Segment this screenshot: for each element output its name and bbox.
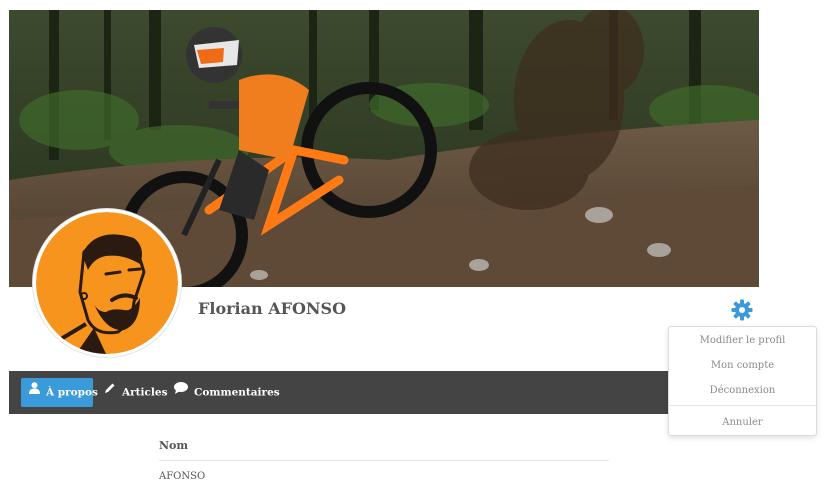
menu-item-edit-profile[interactable]: Modifier le profil — [669, 328, 816, 353]
user-icon — [29, 377, 40, 406]
field-value-name: AFONSO — [159, 471, 206, 482]
tab-articles-label: Articles — [122, 386, 168, 399]
pencil-icon — [104, 377, 116, 406]
comment-icon — [174, 377, 188, 406]
about-section: Nom AFONSO — [159, 432, 609, 491]
settings-dropdown-menu: Modifier le profil Mon compte Déconnexio… — [668, 326, 817, 436]
menu-divider — [669, 405, 816, 406]
tab-comments[interactable]: Commentaires — [166, 378, 288, 407]
menu-item-logout[interactable]: Déconnexion — [669, 378, 816, 403]
tab-comments-label: Commentaires — [194, 386, 280, 399]
tab-about-label: À propos — [46, 386, 98, 399]
tab-about[interactable]: À propos — [21, 377, 98, 407]
settings-gear-icon[interactable] — [731, 299, 753, 321]
tab-articles[interactable]: Articles — [96, 378, 176, 407]
menu-item-cancel[interactable]: Annuler — [669, 410, 816, 435]
menu-item-my-account[interactable]: Mon compte — [669, 353, 816, 378]
avatar — [33, 209, 181, 357]
profile-navbar: À propos Articles Commentaires — [9, 371, 759, 414]
profile-name: Florian AFONSO — [198, 299, 347, 318]
field-label-name: Nom — [159, 432, 609, 461]
